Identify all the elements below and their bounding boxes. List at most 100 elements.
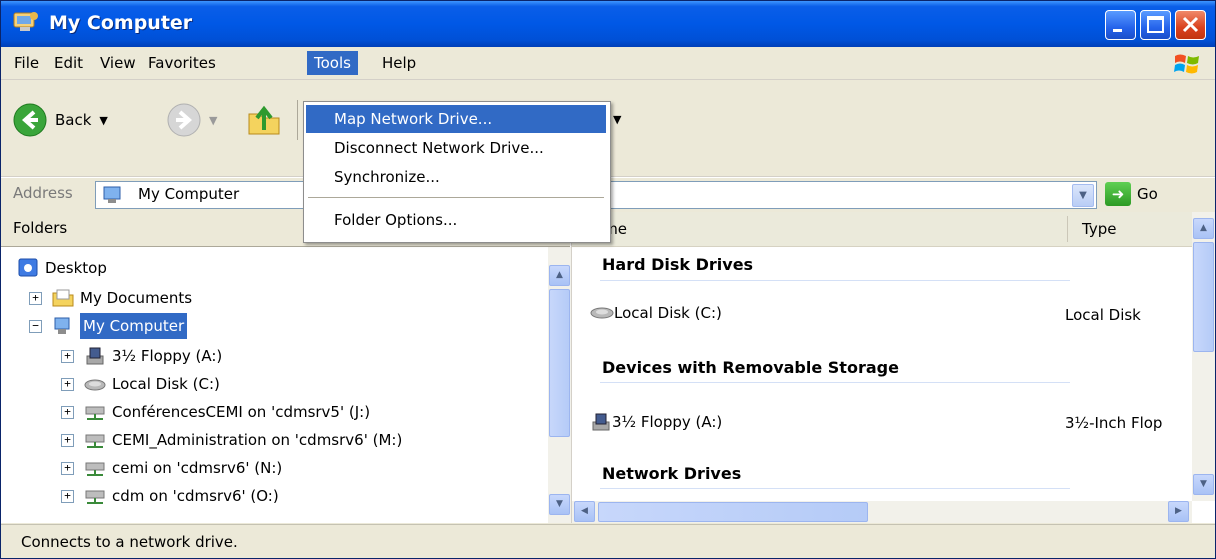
- tree-item-floppy[interactable]: + 3½ Floppy (A:): [61, 343, 222, 369]
- scroll-thumb[interactable]: [1193, 242, 1214, 352]
- tree-item-local-disk[interactable]: + Local Disk (C:): [61, 371, 220, 397]
- file-name: Local Disk (C:): [614, 304, 722, 322]
- file-item-floppy[interactable]: 3½ Floppy (A:): [590, 412, 722, 432]
- tree-item-label: cdm on 'cdmsrv6' (O:): [112, 487, 279, 505]
- tree-item-label: cemi on 'cdmsrv6' (N:): [112, 459, 283, 477]
- scroll-up-icon[interactable]: ▲: [549, 265, 570, 286]
- close-icon: [1182, 16, 1199, 33]
- collapse-icon[interactable]: −: [29, 319, 42, 333]
- back-label: Back: [55, 111, 92, 129]
- go-arrow-icon: ➜: [1105, 182, 1131, 206]
- content-scrollbar[interactable]: ▲ ▼: [1192, 212, 1215, 501]
- group-divider: [600, 280, 1070, 281]
- expand-icon[interactable]: +: [61, 433, 74, 447]
- tree-item-label: CEMI_Administration on 'cdmsrv6' (M:): [112, 431, 403, 449]
- menu-tools[interactable]: Tools: [307, 51, 358, 75]
- folders-scrollbar[interactable]: ▲ ▼: [548, 247, 571, 523]
- column-separator[interactable]: [1067, 216, 1068, 242]
- column-header: ame Type: [572, 212, 1215, 247]
- scroll-thumb[interactable]: [598, 502, 868, 522]
- tools-menu: Map Network Drive... Disconnect Network …: [303, 101, 611, 243]
- up-folder-icon[interactable]: [246, 102, 282, 138]
- file-type: 3½-Inch Flop: [1065, 414, 1163, 432]
- forward-arrow-icon: [167, 103, 201, 137]
- scroll-right-icon[interactable]: ▶: [1168, 501, 1189, 522]
- menu-item-folder-options[interactable]: Folder Options...: [306, 206, 606, 234]
- expand-icon[interactable]: +: [61, 489, 74, 503]
- close-button[interactable]: [1175, 10, 1206, 40]
- folders-pane: Folders Desktop + My Documents − My Comp…: [1, 212, 572, 523]
- menu-view[interactable]: View: [93, 51, 143, 75]
- back-arrow-icon: [13, 103, 47, 137]
- network-drive-icon: [85, 462, 105, 476]
- title-bar[interactable]: My Computer: [1, 1, 1215, 47]
- menu-file[interactable]: File: [7, 51, 46, 75]
- expand-icon[interactable]: +: [61, 349, 74, 363]
- status-bar: Connects to a network drive.: [1, 524, 1215, 558]
- expand-icon[interactable]: +: [61, 377, 74, 391]
- column-type[interactable]: Type: [1082, 220, 1116, 238]
- scroll-up-icon[interactable]: ▲: [1193, 218, 1214, 239]
- address-value: My Computer: [138, 185, 240, 203]
- content-pane: ame Type Hard Disk Drives Local Disk (C:…: [572, 212, 1215, 523]
- tree-item-label: Desktop: [45, 259, 107, 277]
- expand-icon[interactable]: +: [61, 405, 74, 419]
- network-drive-icon: [85, 434, 105, 448]
- explorer-window: My Computer File Edit View Favorites Too…: [0, 0, 1216, 559]
- tree-item-my-computer[interactable]: − My Computer: [29, 313, 188, 339]
- menu-item-disconnect-network-drive[interactable]: Disconnect Network Drive...: [306, 134, 606, 162]
- group-divider: [600, 382, 1070, 383]
- file-name: 3½ Floppy (A:): [612, 413, 723, 431]
- group-heading-hard-disks: Hard Disk Drives: [602, 255, 754, 274]
- expand-icon[interactable]: +: [61, 461, 74, 475]
- views-dropdown-icon[interactable]: ▼: [613, 113, 621, 126]
- my-computer-icon: [13, 12, 38, 31]
- minimize-button[interactable]: [1105, 10, 1136, 40]
- computer-icon: [54, 317, 70, 334]
- window-title: My Computer: [49, 12, 193, 34]
- tree-item-label: My Computer: [80, 313, 188, 339]
- maximize-icon: [1147, 16, 1164, 33]
- scroll-down-icon[interactable]: ▼: [1193, 474, 1214, 495]
- network-drive-icon: [85, 490, 105, 504]
- menu-item-map-network-drive[interactable]: Map Network Drive...: [306, 105, 606, 133]
- maximize-button[interactable]: [1140, 10, 1171, 40]
- scroll-thumb[interactable]: [549, 289, 570, 437]
- group-divider: [600, 488, 1070, 489]
- file-item-local-disk[interactable]: Local Disk (C:): [590, 304, 722, 322]
- forward-button[interactable]: ▼: [167, 102, 217, 138]
- menu-edit[interactable]: Edit: [47, 51, 90, 75]
- forward-dropdown-icon[interactable]: ▼: [209, 114, 217, 127]
- tree-item-network-n[interactable]: + cemi on 'cdmsrv6' (N:): [61, 455, 282, 481]
- scroll-left-icon[interactable]: ◀: [574, 501, 595, 522]
- tree-item-label: My Documents: [80, 289, 193, 307]
- back-button[interactable]: Back ▼: [13, 102, 108, 138]
- scroll-down-icon[interactable]: ▼: [549, 494, 570, 515]
- tree-item-my-documents[interactable]: + My Documents: [29, 285, 192, 311]
- address-label: Address: [13, 184, 73, 202]
- menu-help[interactable]: Help: [375, 51, 423, 75]
- menu-separator: [308, 197, 604, 198]
- address-dropdown-button[interactable]: ▼: [1072, 184, 1094, 207]
- group-heading-removable: Devices with Removable Storage: [602, 358, 899, 377]
- tree-item-network-m[interactable]: + CEMI_Administration on 'cdmsrv6' (M:): [61, 427, 402, 453]
- disk-icon: [590, 307, 614, 319]
- windows-logo-icon: [1174, 54, 1199, 74]
- tree-item-network-o[interactable]: + cdm on 'cdmsrv6' (O:): [61, 483, 279, 509]
- menu-bar: File Edit View Favorites Tools Help: [1, 47, 1215, 80]
- network-drive-icon: [85, 406, 105, 420]
- disk-icon: [84, 379, 106, 391]
- menu-item-synchronize[interactable]: Synchronize...: [306, 163, 606, 191]
- menu-favorites[interactable]: Favorites: [141, 51, 223, 75]
- tree-item-desktop[interactable]: Desktop: [17, 255, 107, 281]
- computer-icon: [103, 186, 121, 203]
- back-dropdown-icon[interactable]: ▼: [99, 114, 107, 127]
- go-button[interactable]: ➜ Go: [1105, 182, 1158, 206]
- expand-icon[interactable]: +: [29, 291, 42, 305]
- desktop-icon: [18, 258, 38, 277]
- content-hscrollbar[interactable]: ◀ ▶: [572, 501, 1192, 523]
- go-label: Go: [1137, 185, 1158, 203]
- folder-icon: [52, 289, 74, 307]
- tree-item-network-j[interactable]: + ConférencesCEMI on 'cdmsrv5' (J:): [61, 399, 370, 425]
- folders-title: Folders: [13, 219, 68, 237]
